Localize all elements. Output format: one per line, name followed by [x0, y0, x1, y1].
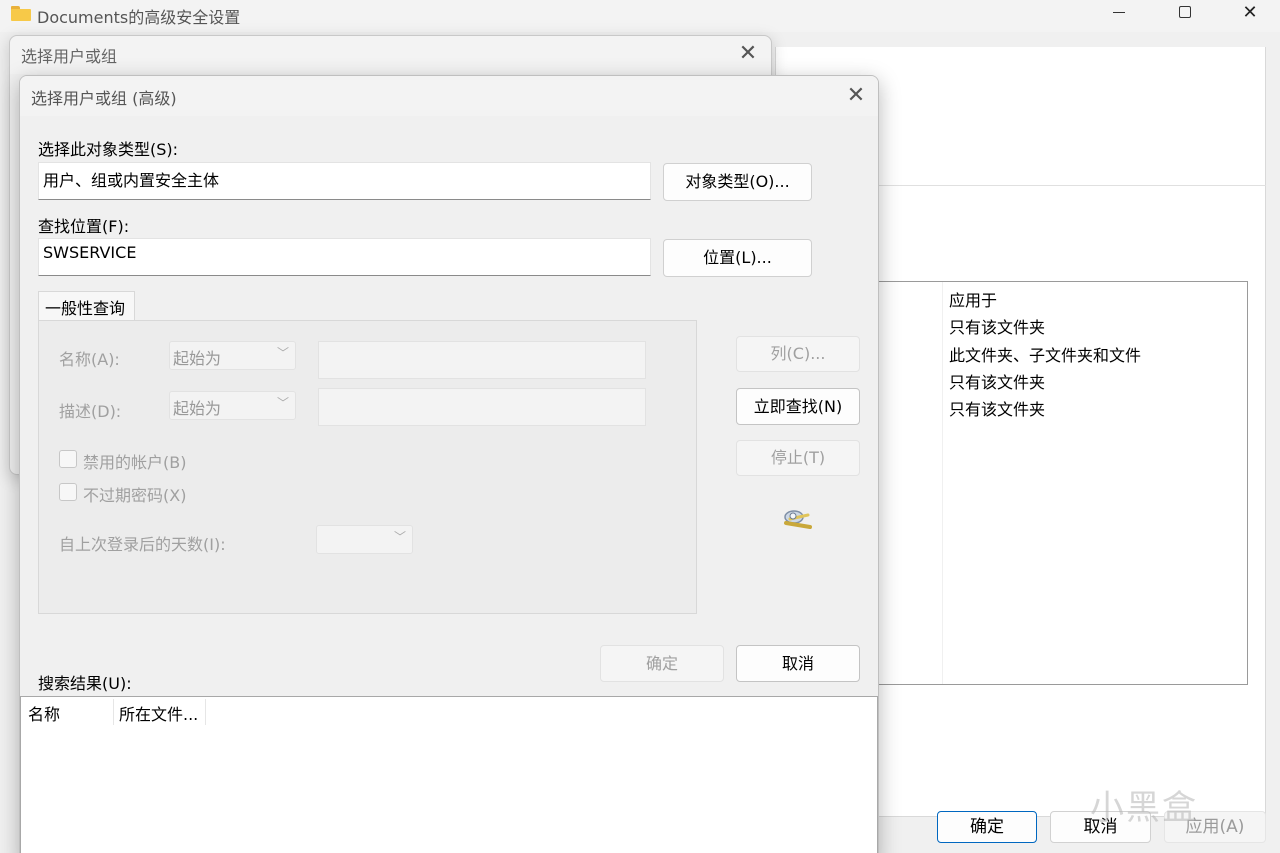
- folder-icon: [11, 6, 31, 21]
- background-window-title: Documents的高级安全设置: [37, 8, 241, 27]
- search-results-label: 搜索结果(U):: [38, 674, 132, 693]
- minimize-button[interactable]: [1096, 0, 1142, 26]
- name-match-value: 起始为: [173, 349, 222, 368]
- location-label: 查找位置(F):: [38, 217, 130, 236]
- non-expiring-password-label: 不过期密码(X): [83, 486, 187, 505]
- name-label: 名称(A):: [59, 350, 120, 369]
- results-column-name[interactable]: 名称: [28, 701, 60, 725]
- location-field[interactable]: SWSERVICE: [38, 238, 651, 276]
- name-match-select[interactable]: 起始为 ﹀: [169, 341, 296, 370]
- days-since-logon-select[interactable]: ﹀: [316, 525, 413, 554]
- description-match-select[interactable]: 起始为 ﹀: [169, 391, 296, 420]
- close-icon[interactable]: ✕: [736, 41, 760, 66]
- background-ok-button[interactable]: 确定: [937, 811, 1037, 843]
- object-types-button[interactable]: 对象类型(O)...: [663, 163, 812, 201]
- results-column-folder[interactable]: 所在文件...: [119, 701, 198, 725]
- chevron-down-icon: ﹀: [276, 396, 289, 410]
- select-users-advanced-dialog: 选择用户或组 (高级) ✕ 选择此对象类型(S): 用户、组或内置安全主体 对象…: [19, 75, 879, 853]
- object-type-field[interactable]: 用户、组或内置安全主体: [38, 162, 651, 200]
- select-users-titlebar: [10, 36, 771, 74]
- list-item[interactable]: 此文件夹、子文件夹和文件: [949, 342, 1141, 366]
- list-item[interactable]: 只有该文件夹: [949, 369, 1045, 393]
- maximize-button[interactable]: [1162, 0, 1208, 26]
- tab-general-query[interactable]: 一般性查询: [38, 291, 135, 321]
- chevron-down-icon: ﹀: [393, 530, 406, 544]
- description-match-value: 起始为: [173, 399, 222, 418]
- dialog-title: 选择用户或组 (高级): [31, 89, 177, 108]
- general-query-panel: 名称(A): 起始为 ﹀ 描述(D): 起始为 ﹀ 禁用的帐户(B) 不过期密码…: [38, 320, 697, 614]
- select-users-title: 选择用户或组: [21, 47, 118, 66]
- non-expiring-password-checkbox[interactable]: [59, 483, 77, 501]
- find-now-button[interactable]: 立即查找(N): [736, 388, 860, 425]
- permission-entries-list[interactable]: 应用于 只有该文件夹 此文件夹、子文件夹和文件 只有该文件夹 只有该文件夹: [878, 281, 1248, 685]
- stop-button[interactable]: 停止(T): [736, 440, 860, 476]
- search-results-list[interactable]: 名称 所在文件...: [20, 696, 878, 853]
- list-item[interactable]: 只有该文件夹: [949, 396, 1045, 420]
- ok-button[interactable]: 确定: [600, 645, 724, 682]
- close-icon[interactable]: ✕: [843, 83, 869, 108]
- cancel-button[interactable]: 取消: [736, 645, 860, 682]
- search-key-icon: [784, 510, 812, 529]
- name-input[interactable]: [318, 341, 646, 379]
- object-type-label: 选择此对象类型(S):: [38, 140, 179, 159]
- watermark-logo: 小黑盒: [1090, 788, 1198, 828]
- background-divider: [878, 185, 1266, 186]
- columns-button[interactable]: 列(C)...: [736, 336, 860, 372]
- disabled-accounts-checkbox[interactable]: [59, 450, 77, 468]
- dialog-titlebar: 选择用户或组 (高级) ✕: [20, 76, 878, 116]
- close-window-button[interactable]: ✕: [1227, 0, 1273, 26]
- description-label: 描述(D):: [59, 402, 122, 421]
- list-item[interactable]: 只有该文件夹: [949, 314, 1045, 338]
- locations-button[interactable]: 位置(L)...: [663, 239, 812, 277]
- days-since-logon-label: 自上次登录后的天数(I):: [59, 535, 226, 554]
- applies-to-column-header[interactable]: 应用于: [949, 287, 997, 311]
- description-input[interactable]: [318, 388, 646, 426]
- background-window-titlebar: Documents的高级安全设置 ✕: [0, 0, 1280, 32]
- chevron-down-icon: ﹀: [276, 346, 289, 360]
- disabled-accounts-label: 禁用的帐户(B): [83, 453, 187, 472]
